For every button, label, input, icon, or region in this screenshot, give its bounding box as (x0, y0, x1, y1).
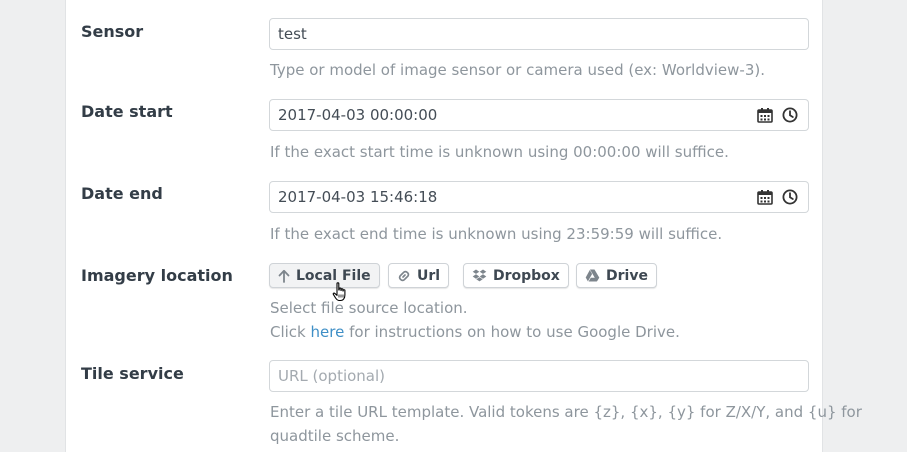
date-end-label: Date end (81, 184, 163, 203)
url-label: Url (417, 267, 441, 284)
drive-button[interactable]: Drive (576, 263, 657, 288)
hand-cursor-icon (332, 282, 348, 306)
date-end-pickers (747, 181, 809, 213)
url-button[interactable]: Url (388, 263, 450, 288)
clock-icon[interactable] (782, 107, 798, 123)
dropbox-button[interactable]: Dropbox (463, 263, 569, 288)
date-end-input[interactable] (269, 181, 748, 213)
local-file-button[interactable]: Local File (269, 263, 380, 288)
sensor-input[interactable] (269, 18, 809, 50)
sensor-help: Type or model of image sensor or camera … (270, 61, 765, 79)
drive-instructions-help: Click here for instructions on how to us… (270, 323, 680, 341)
clock-icon[interactable] (782, 189, 798, 205)
link-icon (397, 269, 411, 283)
dropbox-icon (472, 269, 487, 283)
date-start-help: If the exact start time is unknown using… (270, 143, 729, 161)
date-start-input[interactable] (269, 99, 748, 131)
tile-service-label: Tile service (81, 364, 184, 383)
date-start-pickers (747, 99, 809, 131)
imagery-location-help: Select file source location. (270, 299, 468, 317)
calendar-icon[interactable] (756, 189, 773, 205)
drive-label: Drive (606, 267, 648, 284)
dropbox-label: Dropbox (493, 267, 560, 284)
drive-instructions-link[interactable]: here (311, 323, 345, 341)
tile-service-help-line1: Enter a tile URL template. Valid tokens … (270, 403, 862, 421)
date-start-label: Date start (81, 102, 173, 121)
date-end-help: If the exact end time is unknown using 2… (270, 225, 723, 243)
imagery-location-label: Imagery location (81, 266, 233, 285)
sensor-label: Sensor (81, 22, 144, 41)
calendar-icon[interactable] (756, 107, 773, 123)
tile-service-input[interactable] (269, 360, 809, 392)
arrow-up-icon (278, 269, 290, 283)
tile-service-help-line2: quadtile scheme. (270, 427, 400, 445)
drive-icon (585, 269, 600, 282)
